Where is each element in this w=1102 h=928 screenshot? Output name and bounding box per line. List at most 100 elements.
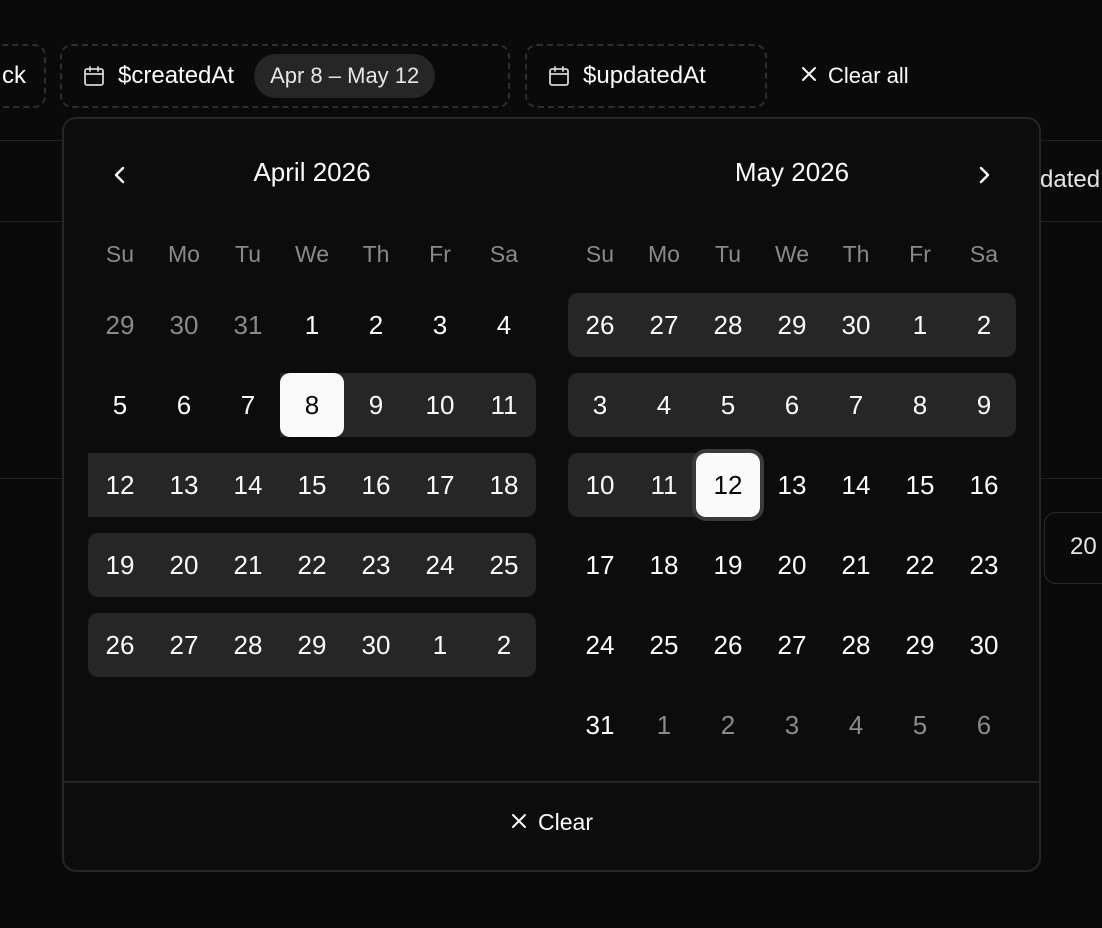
- day-cell[interactable]: 18: [472, 453, 536, 517]
- day-cell[interactable]: 24: [408, 533, 472, 597]
- day-cell[interactable]: 6: [760, 373, 824, 437]
- day-cell[interactable]: 28: [216, 613, 280, 677]
- day-cell[interactable]: 10: [408, 373, 472, 437]
- filter-chip-label: $createdAt: [118, 62, 235, 89]
- day-cell[interactable]: 19: [88, 533, 152, 597]
- day-cell[interactable]: 4: [632, 373, 696, 437]
- day-cell[interactable]: 17: [408, 453, 472, 517]
- day-cell[interactable]: 31: [568, 693, 632, 757]
- day-cell[interactable]: 20: [760, 533, 824, 597]
- day-cell[interactable]: 9: [952, 373, 1016, 437]
- day-cell[interactable]: 22: [888, 533, 952, 597]
- day-cell[interactable]: 1: [632, 693, 696, 757]
- day-cell[interactable]: 21: [216, 533, 280, 597]
- day-cell[interactable]: 22: [280, 533, 344, 597]
- column-header-updated[interactable]: dated: [1040, 166, 1100, 194]
- day-cell[interactable]: 28: [696, 293, 760, 357]
- day-cell[interactable]: 17: [568, 533, 632, 597]
- day-cell[interactable]: 21: [824, 533, 888, 597]
- filter-chip-created-at[interactable]: $createdAt Apr 8 – May 12: [60, 44, 510, 108]
- day-cell[interactable]: 25: [632, 613, 696, 677]
- weekday-label: Fr: [909, 241, 931, 267]
- day-cell[interactable]: 11: [472, 373, 536, 437]
- day-cell[interactable]: 3: [408, 293, 472, 357]
- day-cell[interactable]: 14: [216, 453, 280, 517]
- day-cell[interactable]: 5: [888, 693, 952, 757]
- day-cell[interactable]: 30: [344, 613, 408, 677]
- day-cell[interactable]: 27: [152, 613, 216, 677]
- filter-chip-label: ck: [2, 62, 26, 89]
- day-cell[interactable]: 10: [568, 453, 632, 517]
- day-cell[interactable]: 23: [952, 533, 1016, 597]
- clear-button[interactable]: Clear: [64, 809, 1039, 836]
- day-cell[interactable]: 25: [472, 533, 536, 597]
- day-cell[interactable]: 29: [888, 613, 952, 677]
- day-cell[interactable]: 18: [632, 533, 696, 597]
- day-cell[interactable]: 20: [152, 533, 216, 597]
- day-cell[interactable]: 2: [472, 613, 536, 677]
- day-cell[interactable]: 8: [888, 373, 952, 437]
- clear-all-button[interactable]: Clear all: [800, 44, 909, 108]
- day-cell[interactable]: 9: [344, 373, 408, 437]
- week-row: 26 27 28 29 30 1 2: [568, 293, 1016, 357]
- day-cell[interactable]: 6: [952, 693, 1016, 757]
- range-start-day[interactable]: 8: [280, 373, 344, 437]
- month-caption: April 2026: [253, 157, 371, 187]
- range-end-day[interactable]: 12: [696, 453, 760, 517]
- day-cell[interactable]: 2: [696, 693, 760, 757]
- day-cell[interactable]: 3: [760, 693, 824, 757]
- close-icon: [800, 63, 818, 89]
- week-row: 31 1 2 3 4 5 6: [568, 693, 1016, 757]
- day-cell[interactable]: 26: [568, 293, 632, 357]
- day-cell[interactable]: 31: [216, 293, 280, 357]
- day-cell[interactable]: 30: [152, 293, 216, 357]
- day-cell[interactable]: 1: [888, 293, 952, 357]
- filter-chip-partial[interactable]: ck: [0, 44, 46, 108]
- clear-all-label: Clear all: [828, 63, 909, 88]
- weekday-label: Mo: [168, 241, 200, 267]
- week-row: 12 13 14 15 16 17 18: [88, 453, 536, 517]
- day-cell[interactable]: 19: [696, 533, 760, 597]
- weekday-label: Su: [585, 241, 615, 267]
- day-cell[interactable]: 1: [408, 613, 472, 677]
- day-cell[interactable]: 29: [760, 293, 824, 357]
- day-cell[interactable]: 4: [472, 293, 536, 357]
- day-cell[interactable]: 5: [88, 373, 152, 437]
- day-cell[interactable]: 16: [952, 453, 1016, 517]
- day-cell[interactable]: 5: [696, 373, 760, 437]
- day-cell[interactable]: 2: [344, 293, 408, 357]
- day-cell[interactable]: 29: [88, 293, 152, 357]
- day-cell[interactable]: 26: [696, 613, 760, 677]
- day-cell[interactable]: 14: [824, 453, 888, 517]
- day-cell[interactable]: 15: [280, 453, 344, 517]
- day-cell[interactable]: 1: [280, 293, 344, 357]
- day-cell[interactable]: 28: [824, 613, 888, 677]
- day-cell[interactable]: 12: [88, 453, 152, 517]
- month-caption: May 2026: [734, 157, 850, 187]
- day-cell[interactable]: 3: [568, 373, 632, 437]
- day-cell[interactable]: 7: [216, 373, 280, 437]
- day-cell[interactable]: 15: [888, 453, 952, 517]
- day-cell[interactable]: 30: [824, 293, 888, 357]
- day-cell[interactable]: 11: [632, 453, 696, 517]
- weekday-label: Sa: [489, 241, 519, 267]
- day-cell[interactable]: 13: [760, 453, 824, 517]
- day-cell[interactable]: 7: [824, 373, 888, 437]
- day-cell[interactable]: 29: [280, 613, 344, 677]
- day-cell[interactable]: 24: [568, 613, 632, 677]
- weekday-label: Th: [362, 241, 390, 267]
- day-cell[interactable]: 27: [632, 293, 696, 357]
- day-cell[interactable]: 4: [824, 693, 888, 757]
- date-range-popover: April 2026 Su Mo Tu We Th Fr Sa 29 30 31…: [62, 117, 1041, 872]
- day-cell[interactable]: 6: [152, 373, 216, 437]
- day-cell[interactable]: 13: [152, 453, 216, 517]
- day-cell[interactable]: 30: [952, 613, 1016, 677]
- filter-chip-updated-at[interactable]: $updatedAt: [525, 44, 767, 108]
- day-cell[interactable]: 23: [344, 533, 408, 597]
- day-cell[interactable]: 27: [760, 613, 824, 677]
- weekday-label: Su: [105, 241, 135, 267]
- calendar-icon: [82, 64, 106, 88]
- day-cell[interactable]: 2: [952, 293, 1016, 357]
- day-cell[interactable]: 26: [88, 613, 152, 677]
- day-cell[interactable]: 16: [344, 453, 408, 517]
